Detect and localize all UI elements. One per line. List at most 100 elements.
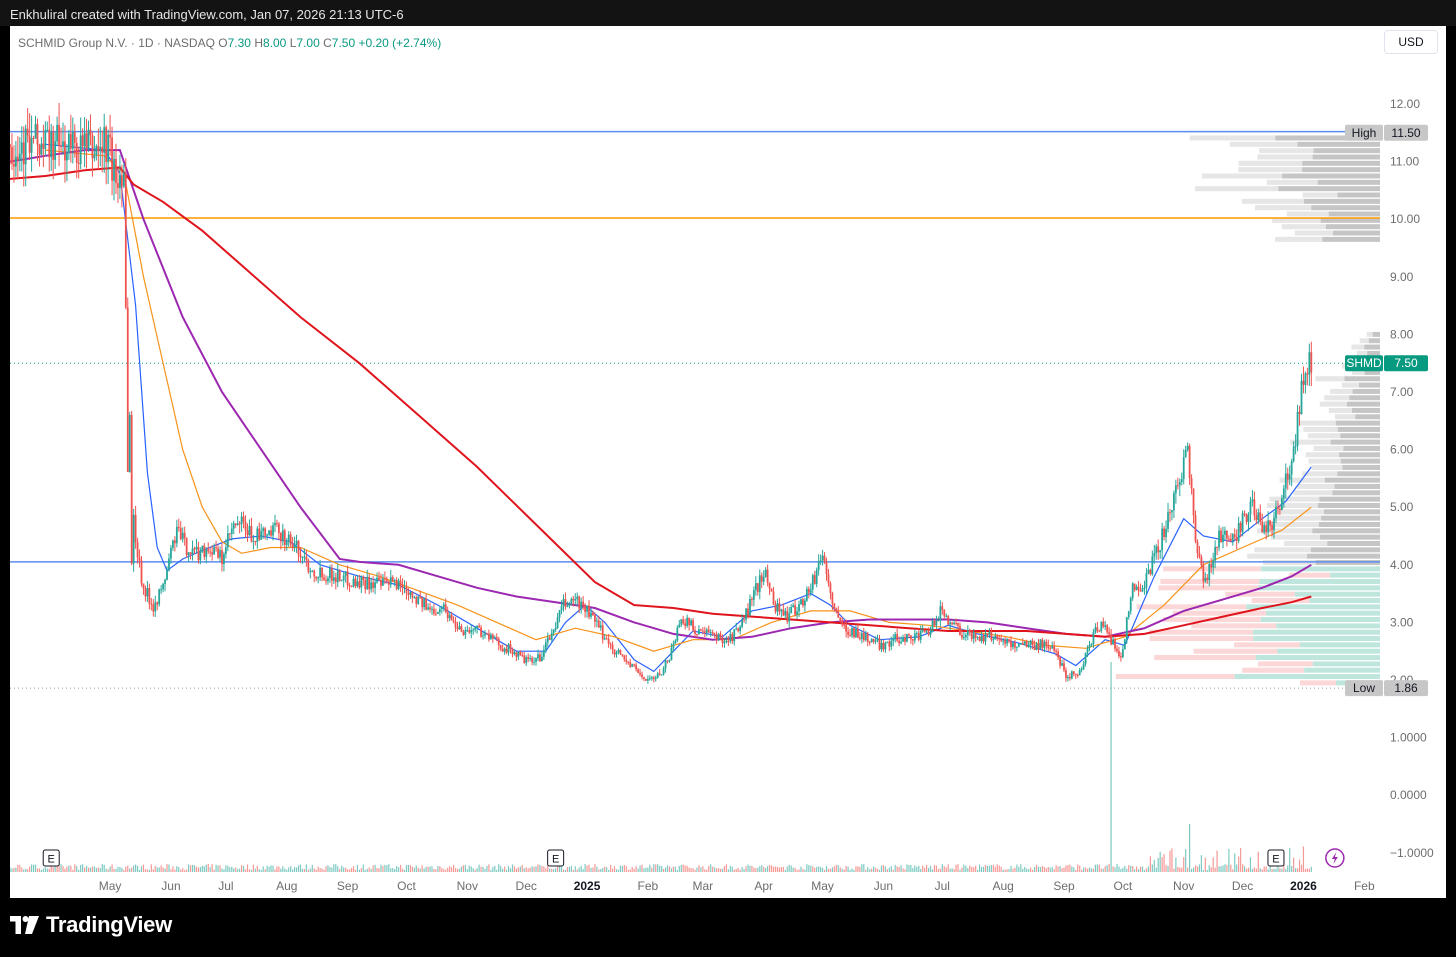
candle-body (725, 641, 728, 643)
volume-bar (494, 865, 496, 872)
volume-bar (174, 869, 176, 872)
volume-bar (276, 866, 278, 872)
candle-body (158, 589, 161, 605)
candle-body (943, 610, 946, 617)
candle-body (9, 144, 11, 148)
volume-bar (297, 865, 300, 872)
volume-bar (1128, 865, 1130, 872)
candle-body (276, 523, 278, 525)
volume-bar (366, 868, 368, 872)
candle-body (1243, 513, 1246, 515)
volume-bar (706, 869, 708, 872)
candle-body (1174, 485, 1177, 494)
volume-bar (352, 866, 355, 872)
volume-bar (788, 864, 790, 872)
candle-body (627, 661, 630, 663)
tradingview-logo[interactable]: TradingView (10, 912, 172, 938)
candle-body (130, 415, 133, 564)
volume-bar (682, 864, 684, 872)
volume-bar (309, 868, 311, 872)
candle-body (166, 570, 168, 580)
candle-body (531, 657, 533, 663)
volume-bar (282, 866, 284, 872)
volume-bar (774, 866, 777, 872)
volume-bar (700, 867, 702, 872)
volume-bar (814, 867, 816, 872)
candle-body (221, 550, 223, 565)
time-tick-label: Oct (397, 879, 416, 893)
volume-bar (323, 869, 325, 872)
volume-bar (1110, 662, 1112, 872)
volume-bar (401, 868, 404, 872)
volume-bar (751, 865, 753, 872)
price-chart[interactable]: 12.0011.0010.009.008.007.006.005.004.003… (9, 26, 1446, 898)
volume-bar (40, 869, 43, 872)
volume-bar (270, 865, 272, 872)
profile-bar-buy (1337, 192, 1380, 198)
candle-body (311, 570, 314, 572)
volume-bar (76, 865, 78, 872)
volume-bar (1247, 867, 1250, 872)
volume-bar (370, 868, 372, 872)
candle-body (301, 556, 304, 558)
volume-bar (853, 869, 855, 872)
candle-body (611, 644, 614, 650)
profile-bar-sell (1193, 648, 1278, 654)
time-tick-label: Feb (1354, 879, 1375, 893)
candle-body (648, 678, 651, 680)
volume-bar (929, 865, 932, 872)
candle-body (625, 659, 628, 662)
candle-body (1027, 644, 1030, 648)
volume-bar (1065, 865, 1067, 872)
candle-body (1194, 515, 1197, 542)
candle-body (968, 630, 971, 633)
candle-body (1049, 648, 1052, 650)
candle-body (193, 548, 196, 550)
candle-body (884, 642, 887, 650)
chart-frame[interactable]: 12.00 11.00 10.00 9.00 8.00 7.00 6.00 5.00 4.00 3… (9, 26, 1446, 898)
volume-bar (1092, 868, 1095, 872)
volume-bar (407, 864, 410, 872)
volume-bar (429, 866, 431, 872)
candle-body (1098, 630, 1101, 632)
volume-bar (882, 864, 885, 872)
volume-bar (1224, 864, 1226, 872)
candle-body (44, 129, 47, 149)
volume-bar (745, 866, 747, 872)
currency-button[interactable]: USD (1384, 30, 1438, 54)
volume-bar (839, 867, 841, 872)
volume-bar (140, 866, 143, 872)
candle-body (1184, 449, 1187, 458)
candle-body (823, 555, 826, 562)
candle-body (1067, 676, 1069, 679)
profile-bar-buy (1260, 617, 1380, 623)
volume-bar (867, 866, 869, 872)
candle-body (1182, 457, 1185, 480)
candle-body (857, 629, 859, 638)
candle-body (364, 580, 367, 590)
candle-body (499, 645, 502, 649)
candle-body (411, 592, 414, 598)
volume-bar (672, 866, 675, 872)
candle-body (902, 637, 904, 642)
volume-bar (1106, 865, 1108, 872)
candle-body (586, 605, 588, 612)
earnings-mark-label: E (552, 854, 559, 866)
volume-bar (405, 865, 408, 872)
lightning-icon[interactable] (1325, 848, 1345, 868)
candle-body (1294, 446, 1297, 448)
volume-bar (619, 865, 622, 872)
candle-body (289, 534, 292, 545)
volume-bar (871, 868, 873, 872)
candle-body (729, 634, 732, 642)
profile-bar-sell (1191, 623, 1277, 629)
candle-body (886, 641, 889, 643)
candle-body (1292, 446, 1295, 462)
candle-body (1167, 512, 1169, 529)
candle-body (1149, 569, 1152, 575)
candle-body (97, 145, 100, 151)
time-axis[interactable]: May Jun Jul Aug Sep Oct Nov Dec 2025 Feb Mar Apr May… (99, 879, 1375, 893)
profile-bar-sell (1242, 667, 1305, 673)
volume-bar (690, 868, 692, 872)
volume-bar (767, 866, 769, 872)
